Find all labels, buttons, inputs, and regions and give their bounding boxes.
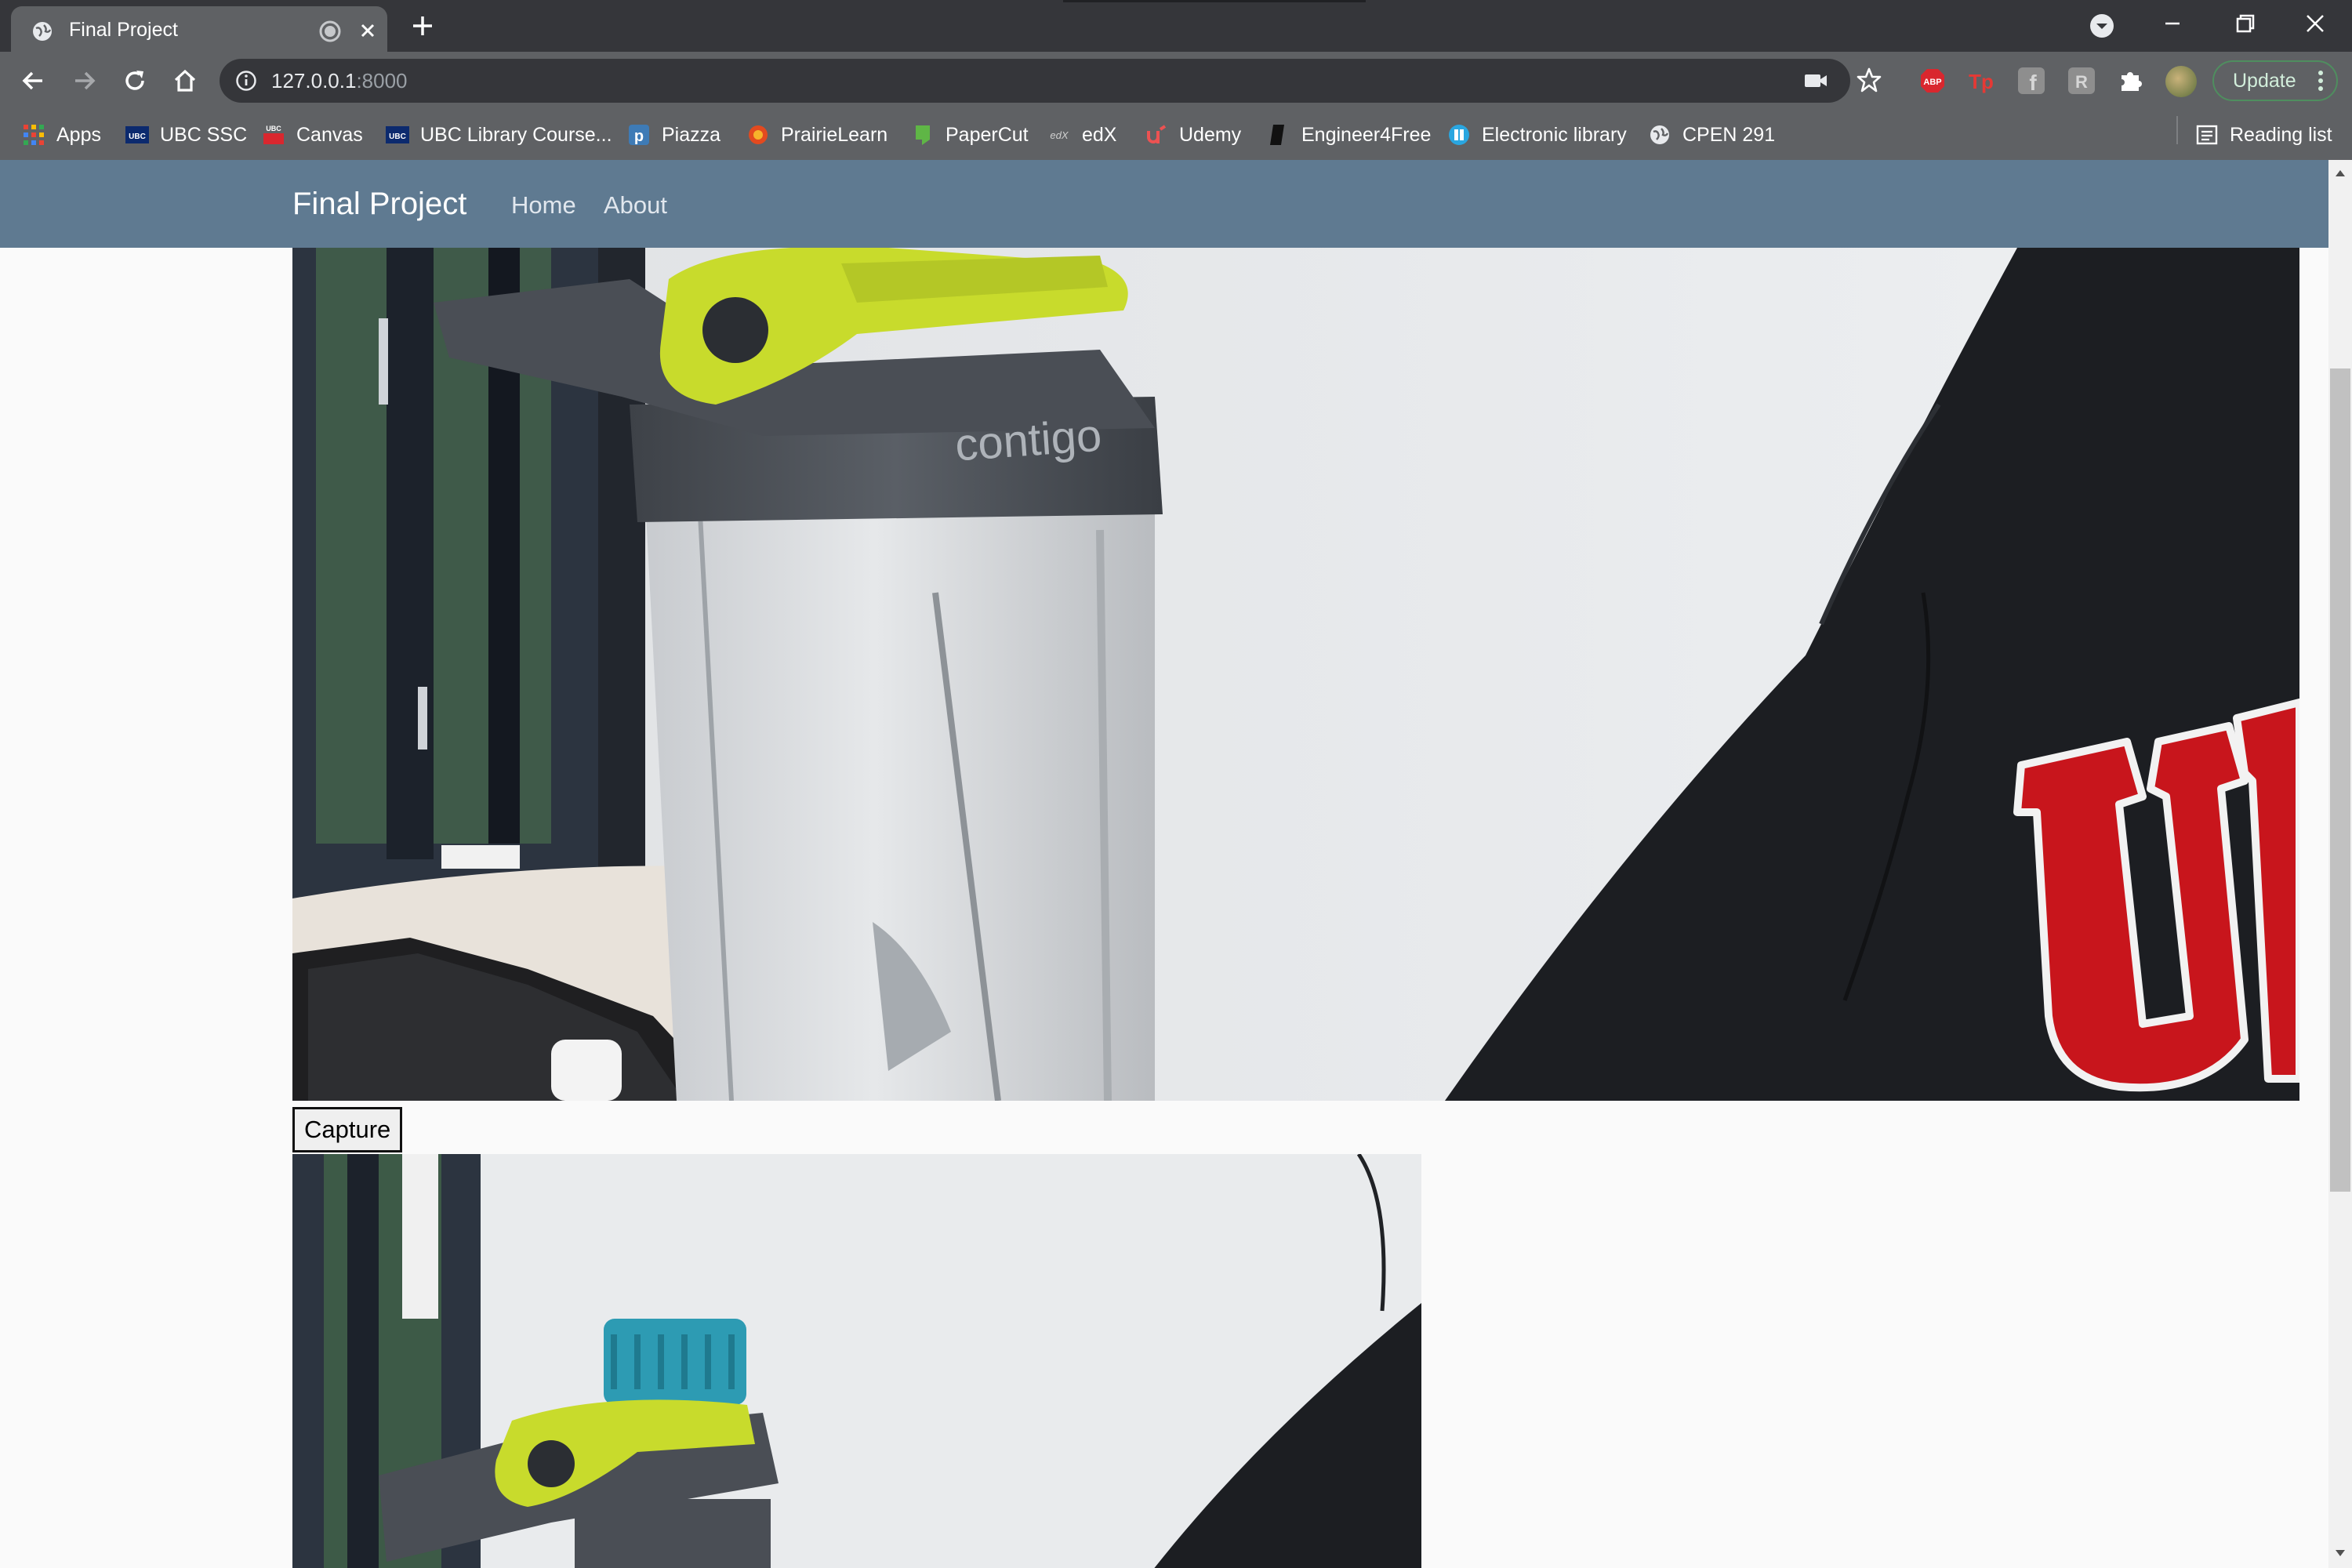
bookmarks-bar: Apps UBC UBC SSC UBC Canvas UBC UBC Libr… [0, 110, 2352, 160]
kebab-menu-icon[interactable] [2318, 70, 2324, 92]
svg-text:UBC: UBC [129, 132, 146, 141]
bookmark-electronic-library[interactable]: Electronic library [1447, 110, 1627, 160]
bookmark-label: Engineer4Free [1301, 123, 1432, 146]
bookmark-canvas[interactable]: UBC Canvas [262, 110, 363, 160]
r-extension-icon[interactable]: R [2068, 67, 2095, 94]
bookmark-label: Canvas [296, 123, 363, 146]
bookmark-label: Piazza [662, 123, 721, 146]
extensions-puzzle-icon[interactable] [2117, 67, 2143, 94]
info-icon[interactable] [235, 70, 257, 92]
back-arrow-icon[interactable] [19, 67, 47, 95]
svg-text:edX: edX [1050, 129, 1069, 141]
bookmark-udemy[interactable]: Udemy [1145, 110, 1241, 160]
facebook-extension-icon[interactable]: f [2018, 67, 2045, 94]
tab-search-icon[interactable] [2089, 13, 2115, 39]
bookmark-label: PaperCut [946, 123, 1029, 146]
bookmark-label: edX [1082, 123, 1117, 146]
engineer4free-icon [1267, 123, 1290, 147]
recording-indicator-icon [318, 20, 342, 43]
profile-avatar[interactable] [2165, 66, 2197, 97]
svg-text:f: f [2029, 71, 2037, 94]
bookmark-edx[interactable]: edX edX [1047, 110, 1116, 160]
adblock-plus-icon[interactable]: ABP [1919, 67, 1946, 94]
bottle-brand-text: contigo [953, 410, 1103, 471]
bookmark-label: PrairieLearn [781, 123, 888, 146]
svg-text:UBC: UBC [389, 132, 406, 141]
bookmark-ubc-library[interactable]: UBC UBC Library Course... [386, 110, 612, 160]
restore-window-icon[interactable] [2227, 8, 2263, 39]
url-port: :8000 [356, 69, 408, 93]
update-button[interactable]: Update [2212, 60, 2338, 101]
update-label: Update [2233, 70, 2296, 92]
home-icon[interactable] [171, 67, 199, 95]
bookmark-label: Electronic library [1482, 123, 1627, 146]
browser-toolbar: 127.0.0.1:8000 ABP Tp f R Update [0, 52, 2352, 110]
scroll-down-arrow-icon[interactable] [2335, 1548, 2346, 1559]
reading-list-button[interactable]: Reading list [2195, 110, 2332, 160]
page-viewport: Final Project Home About contigo Capture [0, 160, 2328, 1568]
bookmark-label: UBC Library Course... [420, 123, 612, 146]
svg-text:ABP: ABP [1923, 78, 1941, 87]
reload-icon[interactable] [121, 67, 149, 95]
tab-strip: Final Project [0, 0, 2352, 52]
tab-title: Final Project [69, 19, 178, 41]
tp-extension-icon[interactable]: Tp [1968, 67, 1994, 94]
nav-link-home[interactable]: Home [511, 191, 576, 220]
close-window-icon[interactable] [2297, 8, 2333, 39]
camera-in-use-icon[interactable] [1803, 70, 1828, 92]
electronic-library-icon [1447, 123, 1471, 147]
address-bar[interactable]: 127.0.0.1:8000 [220, 59, 1850, 103]
nav-link-about[interactable]: About [604, 191, 667, 220]
bookmark-star-icon[interactable] [1855, 66, 1883, 94]
site-navbar: Final Project Home About [0, 160, 2328, 248]
scroll-up-arrow-icon[interactable] [2335, 168, 2346, 179]
bookmark-label: Apps [56, 123, 101, 146]
ubc-icon: UBC [386, 123, 409, 147]
forward-arrow-icon[interactable] [71, 67, 99, 95]
new-tab-icon[interactable] [409, 13, 436, 39]
url-host: 127.0.0.1 [271, 69, 357, 93]
bookmark-label: Udemy [1179, 123, 1242, 146]
bookmarks-divider [2176, 116, 2178, 144]
apps-grid-icon [22, 123, 45, 147]
bookmark-engineer4free[interactable]: Engineer4Free [1267, 110, 1431, 160]
ubc-icon: UBC [125, 123, 149, 147]
captured-image [292, 1154, 1421, 1568]
webcam-live-feed: contigo [292, 248, 2299, 1101]
close-tab-icon[interactable] [356, 19, 379, 42]
bookmark-prairielearn[interactable]: PrairieLearn [746, 110, 887, 160]
globe-icon [31, 20, 53, 42]
svg-text:p: p [634, 128, 644, 145]
svg-text:R: R [2075, 72, 2088, 92]
svg-text:Tp: Tp [1969, 70, 1994, 93]
ubc-canvas-icon: UBC [262, 123, 285, 147]
bookmark-ubc-ssc[interactable]: UBC UBC SSC [125, 110, 247, 160]
edx-icon: edX [1047, 123, 1071, 147]
tab-strip-accent [1063, 0, 1366, 2]
udemy-icon [1145, 123, 1168, 147]
navbar-brand[interactable]: Final Project [292, 187, 466, 222]
bookmark-papercut[interactable]: PaperCut [911, 110, 1029, 160]
browser-tab[interactable]: Final Project [11, 6, 387, 52]
prairielearn-icon [746, 123, 770, 147]
bookmark-cpen-291[interactable]: CPEN 291 [1648, 110, 1775, 160]
url-text: 127.0.0.1:8000 [271, 69, 408, 93]
bookmark-label: UBC SSC [160, 123, 248, 146]
piazza-icon: p [627, 123, 651, 147]
svg-text:UBC: UBC [266, 125, 281, 132]
minimize-icon[interactable] [2154, 8, 2190, 39]
papercut-icon [911, 123, 935, 147]
reading-list-icon [2195, 123, 2219, 147]
bookmark-piazza[interactable]: p Piazza [627, 110, 720, 160]
reading-list-label: Reading list [2230, 123, 2332, 146]
scrollbar-thumb[interactable] [2330, 368, 2350, 1192]
capture-button[interactable]: Capture [292, 1107, 403, 1152]
bookmark-label: CPEN 291 [1682, 123, 1776, 146]
globe-icon [1648, 123, 1671, 147]
bookmark-apps[interactable]: Apps [22, 110, 101, 160]
